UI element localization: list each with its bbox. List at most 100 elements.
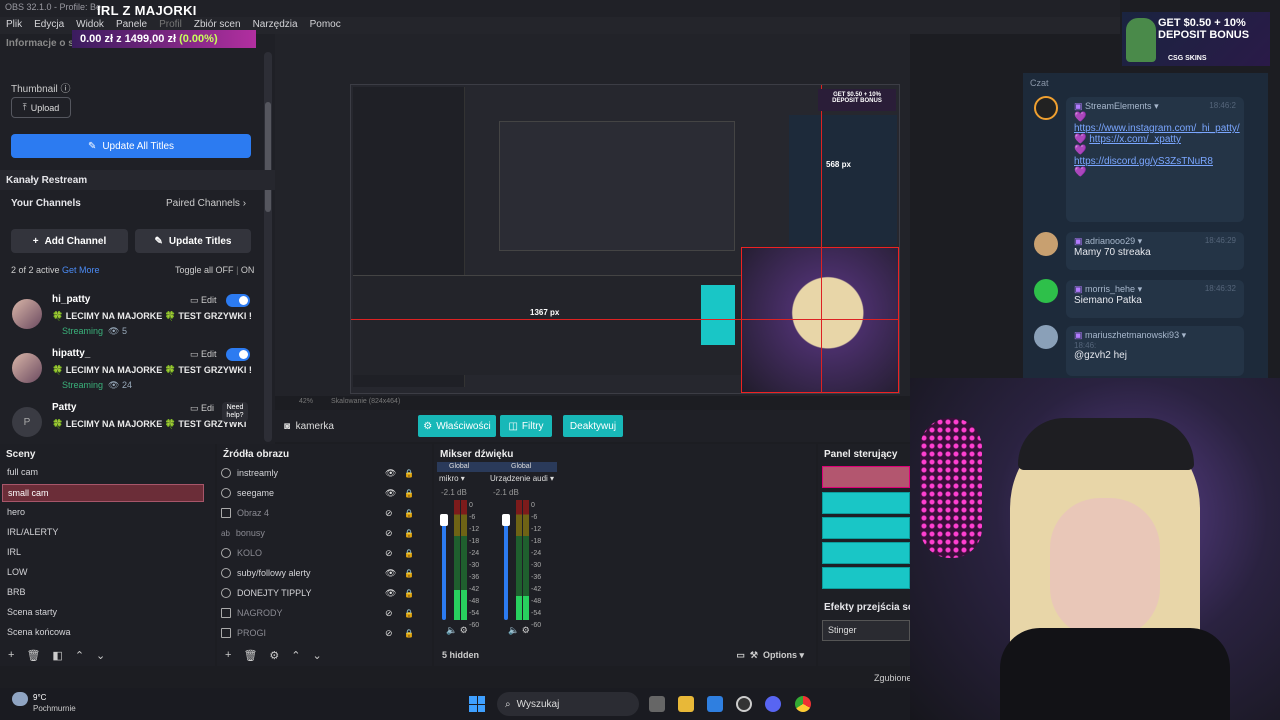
source-item[interactable]: NAGRODY ⊘ 🔒 <box>221 604 421 622</box>
source-item[interactable]: ab bonusy ⊘ 🔒 <box>221 524 421 542</box>
panel-scrollbar[interactable] <box>264 52 272 442</box>
scene-item[interactable]: IRL <box>2 544 204 562</box>
taskbar-search[interactable]: ⌕ Wyszukaj <box>497 692 639 716</box>
toggle-all-off[interactable]: OFF <box>216 265 234 275</box>
chat-link[interactable]: https://www.instagram.com/_hi_patty/ <box>1074 123 1240 134</box>
lock-icon[interactable]: 🔒 <box>404 509 414 518</box>
eye-hidden-icon[interactable]: ⊘ <box>385 608 393 619</box>
lock-icon[interactable]: 🔒 <box>404 549 414 558</box>
mail-icon[interactable] <box>707 696 723 712</box>
move-up-icon[interactable]: ⌃ <box>291 649 300 662</box>
menu-pomoc[interactable]: Pomoc <box>310 19 341 32</box>
source-item[interactable]: suby/followy alerty 👁 🔒 <box>221 564 421 582</box>
lock-icon[interactable]: 🔒 <box>404 469 414 478</box>
toggle-all-on[interactable]: ON <box>241 265 255 275</box>
menu-narzedzia[interactable]: Narzędzia <box>253 19 298 32</box>
mixer-channel-name[interactable]: mikro ▾ <box>439 474 485 483</box>
lock-icon[interactable]: 🔒 <box>404 489 414 498</box>
eye-hidden-icon[interactable]: ⊘ <box>385 508 393 519</box>
lock-icon[interactable]: 🔒 <box>404 569 414 578</box>
control-button[interactable] <box>822 567 910 589</box>
task-view-icon[interactable] <box>649 696 665 712</box>
lock-icon[interactable]: 🔒 <box>404 589 414 598</box>
menu-edycja[interactable]: Edycja <box>34 19 64 32</box>
chat-link[interactable]: https://x.com/_xpatty <box>1089 134 1181 145</box>
source-item[interactable]: DONEJTY TIPPLY 👁 🔒 <box>221 584 421 602</box>
filters-button[interactable]: ◫ Filtry <box>500 415 552 437</box>
eye-hidden-icon[interactable]: ⊘ <box>385 548 393 559</box>
fader-knob[interactable] <box>440 514 448 526</box>
source-item[interactable]: instreamly 👁 🔒 <box>221 464 421 482</box>
control-button[interactable] <box>822 542 910 564</box>
mixer-gear-icon[interactable]: ⚙ <box>460 625 468 635</box>
update-all-titles-button[interactable]: ✎ Update All Titles <box>11 134 251 158</box>
add-channel-button[interactable]: + Add Channel <box>11 229 128 253</box>
mixer-channel-name[interactable]: Urządzenie audi ▾ <box>490 474 556 483</box>
speaker-icon[interactable]: 🔈 <box>446 625 457 635</box>
filter-icon[interactable]: ◧ <box>52 649 62 662</box>
move-down-icon[interactable]: ⌄ <box>313 649 322 662</box>
gear-icon[interactable]: ⚙ <box>269 649 279 662</box>
eye-icon[interactable]: 👁 <box>385 568 396 579</box>
volume-fader[interactable] <box>442 515 446 620</box>
eye-icon[interactable]: 👁 <box>385 588 396 599</box>
add-scene-icon[interactable]: + <box>8 649 14 661</box>
volume-fader[interactable] <box>504 515 508 620</box>
speaker-icon[interactable]: 🔈 <box>508 625 519 635</box>
scene-item[interactable]: Scena starty <box>2 604 204 622</box>
edit-channel-button[interactable]: ▭ Edi <box>190 403 214 414</box>
move-up-icon[interactable]: ⌃ <box>75 649 84 662</box>
lock-icon[interactable]: 🔒 <box>404 629 414 638</box>
scene-item[interactable]: Scena końcowa <box>2 624 204 642</box>
eye-hidden-icon[interactable]: ⊘ <box>385 528 393 539</box>
zoom-level[interactable]: 42% <box>299 398 313 410</box>
eye-hidden-icon[interactable]: ⊘ <box>385 628 393 639</box>
scene-item[interactable]: full cam <box>2 464 204 482</box>
edit-channel-button[interactable]: ▭ Edit <box>190 349 217 360</box>
deactivate-button[interactable]: Deaktywuj <box>563 415 623 437</box>
trash-icon[interactable]: 🗑 <box>243 649 257 662</box>
fader-knob[interactable] <box>502 514 510 526</box>
scene-item[interactable]: BRB <box>2 584 204 602</box>
transition-select[interactable]: Stinger <box>822 620 910 641</box>
source-item[interactable]: seegame 👁 🔒 <box>221 484 421 502</box>
scene-item[interactable]: hero <box>2 504 204 522</box>
chat-user[interactable]: ▣ mariuszhetmanowski93 ▾ <box>1074 330 1236 341</box>
windows-start-icon[interactable] <box>469 696 485 712</box>
add-source-icon[interactable]: + <box>225 649 231 661</box>
start-streaming-button[interactable] <box>822 466 910 488</box>
discord-icon[interactable] <box>765 696 781 712</box>
chrome-icon[interactable] <box>795 696 811 712</box>
menu-plik[interactable]: Plik <box>6 19 22 32</box>
update-titles-button[interactable]: ✎ Update Titles <box>135 229 251 253</box>
options-button[interactable]: ▭ ⚒ Options ▾ <box>736 650 804 661</box>
paired-channels-link[interactable]: Paired Channels › <box>166 198 246 209</box>
ad-banner[interactable]: GET $0.50 + 10% DEPOSIT BONUS CSG SKINS <box>1122 12 1270 66</box>
scene-item[interactable]: small cam <box>2 484 204 502</box>
file-explorer-icon[interactable] <box>678 696 694 712</box>
trash-icon[interactable]: 🗑 <box>26 649 40 662</box>
scene-item[interactable]: IRL/ALERTY <box>2 524 204 542</box>
source-item[interactable]: Obraz 4 ⊘ 🔒 <box>221 504 421 522</box>
eye-icon[interactable]: 👁 <box>385 488 396 499</box>
upload-button[interactable]: ⤒ Upload <box>11 97 71 118</box>
source-item[interactable]: KOLO ⊘ 🔒 <box>221 544 421 562</box>
lock-icon[interactable]: 🔒 <box>404 529 414 538</box>
channel-toggle[interactable] <box>226 294 250 307</box>
source-item[interactable]: PROGI ⊘ 🔒 <box>221 624 421 642</box>
control-button[interactable] <box>822 517 910 539</box>
control-button[interactable] <box>822 492 910 514</box>
scene-item[interactable]: LOW <box>2 564 204 582</box>
need-help-button[interactable]: Need help? <box>222 402 248 422</box>
move-down-icon[interactable]: ⌄ <box>96 649 105 662</box>
eye-icon[interactable]: 👁 <box>385 468 396 479</box>
properties-button[interactable]: ⚙ Właściwości <box>418 415 496 437</box>
get-more-link[interactable]: Get More <box>62 265 100 275</box>
channel-toggle[interactable] <box>226 348 250 361</box>
lock-icon[interactable]: 🔒 <box>404 609 414 618</box>
mixer-gear-icon[interactable]: ⚙ <box>522 625 530 635</box>
chat-link[interactable]: https://discord.gg/yS3ZsTNuR8 <box>1074 156 1213 167</box>
edit-channel-button[interactable]: ▭ Edit <box>190 295 217 306</box>
obs-icon[interactable] <box>736 696 752 712</box>
preview-canvas[interactable] <box>350 84 900 394</box>
